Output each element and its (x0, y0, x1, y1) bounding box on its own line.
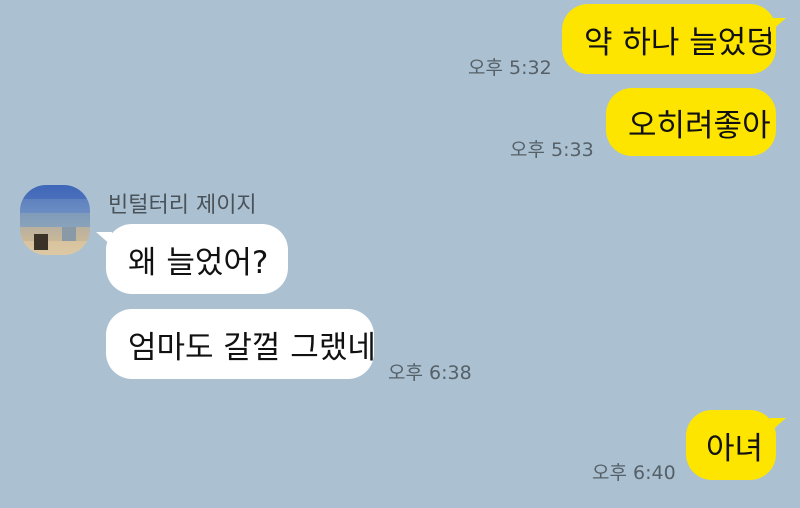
message-text: 아녀 (706, 430, 764, 467)
their-message-bubble[interactable]: 엄마도 갈껄 그랬네 (106, 309, 376, 379)
sender-name: 빈털터리 제이지 (108, 193, 257, 218)
message-time: 오후 6:38 (388, 362, 472, 384)
avatar-pixel (62, 227, 76, 241)
message-time: 오후 5:32 (468, 57, 552, 79)
message-time: 오후 5:33 (510, 139, 594, 161)
bubble-tail (770, 18, 786, 32)
my-message-bubble[interactable]: 아녀 (686, 410, 776, 480)
avatar-pixel (34, 234, 48, 250)
message-text: 엄마도 갈껄 그랬네 (128, 329, 376, 366)
bubble-tail (770, 418, 786, 432)
their-message-bubble[interactable]: 왜 늘었어? (106, 224, 288, 294)
bubble-tail (96, 232, 112, 246)
sender-avatar[interactable] (20, 185, 90, 255)
my-message-bubble[interactable]: 오히려좋아 (606, 88, 776, 156)
message-text: 약 하나 늘었덩 (584, 24, 775, 61)
my-message-bubble[interactable]: 약 하나 늘었덩 (562, 4, 776, 74)
message-time: 오후 6:40 (592, 462, 676, 484)
message-text: 왜 늘었어? (128, 244, 269, 281)
message-text: 오히려좋아 (628, 107, 771, 144)
